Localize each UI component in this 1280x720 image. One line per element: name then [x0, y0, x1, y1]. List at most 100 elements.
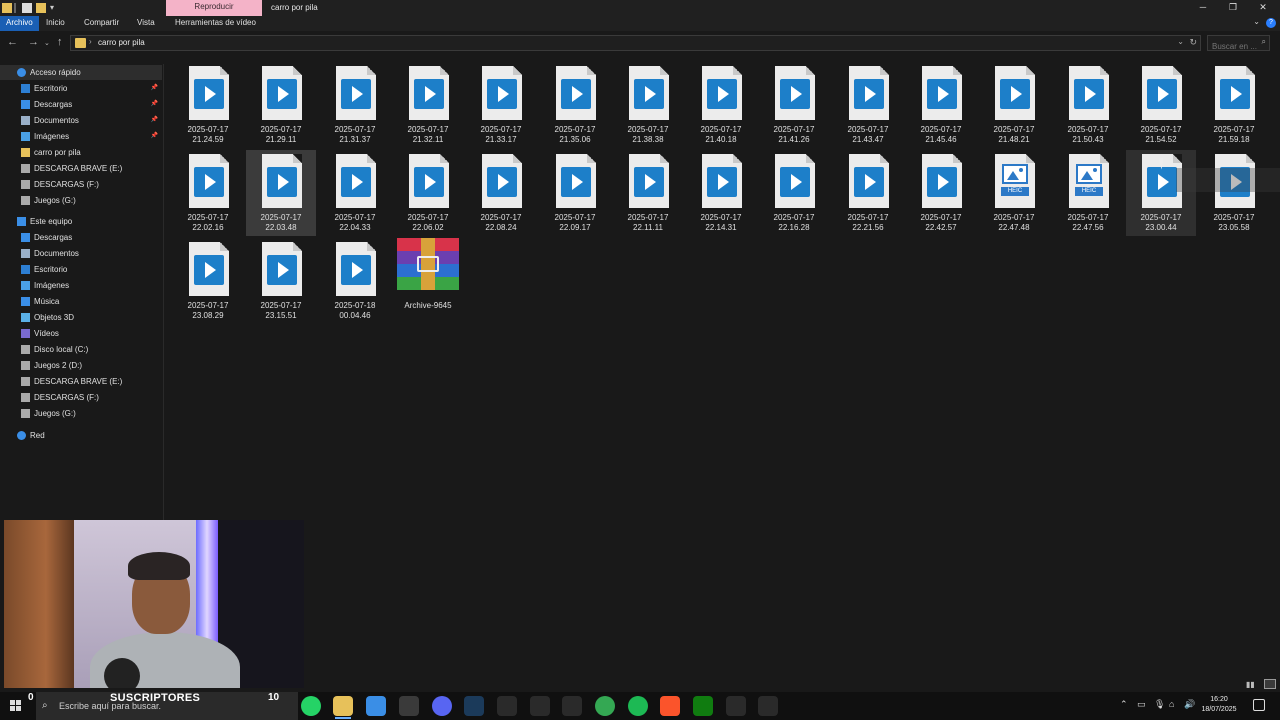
sidebar-item[interactable]: Red — [0, 428, 162, 443]
sidebar-item[interactable]: Escritorio 📌 — [0, 81, 162, 96]
quick-access-dropdown-icon[interactable]: ▾ — [50, 3, 56, 13]
sidebar-item[interactable]: DESCARGA BRAVE (E:) — [0, 374, 162, 389]
file-item[interactable]: 2025-07-17 21.54.52 — [1126, 62, 1196, 148]
file-item[interactable]: 2025-07-17 21.38.38 — [613, 62, 683, 148]
steam-icon[interactable] — [464, 696, 484, 716]
sidebar-item[interactable]: Imágenes — [0, 278, 162, 293]
file-item[interactable]: 2025-07-17 21.35.06 — [540, 62, 610, 148]
sidebar-item[interactable]: DESCARGAS (F:) — [0, 390, 162, 405]
epic-icon[interactable] — [497, 696, 517, 716]
sidebar-item[interactable]: Este equipo — [0, 214, 162, 229]
sidebar-item[interactable]: carro por pila — [0, 145, 162, 160]
sidebar-item[interactable]: Documentos 📌 — [0, 113, 162, 128]
camera-icon[interactable] — [530, 696, 550, 716]
tab-vista[interactable]: Vista — [131, 16, 161, 31]
notification-icon[interactable] — [1253, 699, 1265, 711]
file-item[interactable]: 2025-07-17 21.32.11 — [393, 62, 463, 148]
file-item[interactable]: 2025-07-17 23.08.29 — [173, 238, 243, 324]
file-item[interactable]: HEIC 2025-07-17 22.47.56 — [1053, 150, 1123, 236]
file-item[interactable]: 2025-07-17 22.42.57 — [906, 150, 976, 236]
file-item[interactable]: 2025-07-17 22.08.24 — [466, 150, 536, 236]
tab-herramientas-de-video[interactable]: Herramientas de vídeo — [169, 16, 262, 31]
file-item[interactable]: 2025-07-17 22.09.17 — [540, 150, 610, 236]
file-item[interactable]: 2025-07-17 23.15.51 — [246, 238, 316, 324]
xbox-icon[interactable] — [693, 696, 713, 716]
file-item[interactable]: 2025-07-17 22.21.56 — [833, 150, 903, 236]
new-folder-icon[interactable] — [36, 3, 46, 13]
microphone-icon[interactable]: 🎙 — [1154, 699, 1165, 710]
file-item[interactable]: 2025-07-17 22.03.48 — [246, 150, 316, 236]
sidebar-item[interactable]: Juegos (G:) — [0, 193, 162, 208]
discord-icon[interactable] — [432, 696, 452, 716]
sidebar-item[interactable]: Descargas — [0, 230, 162, 245]
brave-icon[interactable] — [660, 696, 680, 716]
file-item[interactable]: 2025-07-17 22.06.02 — [393, 150, 463, 236]
network-icon[interactable]: ⌂ — [1169, 699, 1174, 709]
minimize-button[interactable]: ─ — [1188, 0, 1218, 16]
address-bar[interactable]: › carro por pila ⌄ ↻ — [70, 35, 1201, 51]
sidebar-item[interactable]: DESCARGAS (F:) — [0, 177, 162, 192]
chrome-icon[interactable] — [595, 696, 615, 716]
file-item[interactable]: 2025-07-17 21.50.43 — [1053, 62, 1123, 148]
sidebar-item[interactable]: DESCARGA BRAVE (E:) — [0, 161, 162, 176]
ribbon-expand-icon[interactable]: ⌄ — [1253, 17, 1260, 26]
windows-start-icon[interactable] — [10, 700, 22, 712]
properties-icon[interactable] — [22, 3, 32, 13]
store-icon[interactable] — [366, 696, 386, 716]
file-explorer-icon[interactable] — [333, 696, 353, 719]
spotify-icon[interactable] — [628, 696, 648, 716]
capcut-icon[interactable] — [726, 696, 746, 716]
file-item[interactable]: 2025-07-17 21.41.26 — [759, 62, 829, 148]
sidebar-item[interactable]: Objetos 3D — [0, 310, 162, 325]
file-item[interactable]: 2025-07-17 21.45.46 — [906, 62, 976, 148]
obs-icon[interactable] — [399, 696, 419, 716]
tray-overflow-icon[interactable]: ⌃ — [1120, 699, 1128, 710]
maximize-button[interactable]: ❐ — [1218, 0, 1248, 16]
sidebar-item[interactable]: Escritorio — [0, 262, 162, 277]
sidebar-item[interactable]: Disco local (C:) — [0, 342, 162, 357]
clock[interactable]: 16:20 18/07/2025 — [1196, 695, 1242, 715]
file-item[interactable]: 2025-07-17 21.40.18 — [686, 62, 756, 148]
recent-dropdown-icon[interactable]: ⌄ — [44, 38, 50, 50]
file-item[interactable]: 2025-07-17 22.16.28 — [759, 150, 829, 236]
capture-icon[interactable] — [562, 696, 582, 716]
sidebar-item[interactable]: Juegos 2 (D:) — [0, 358, 162, 373]
sidebar-item[interactable]: Descargas 📌 — [0, 97, 162, 112]
sidebar-item[interactable]: Acceso rápido — [0, 65, 162, 80]
search-box[interactable]: ⌕ — [1207, 35, 1270, 54]
large-icons-view-icon[interactable] — [1264, 679, 1276, 689]
file-item[interactable]: 2025-07-17 21.29.11 — [246, 62, 316, 148]
help-icon[interactable]: ? — [1266, 18, 1276, 28]
file-item[interactable]: 2025-07-17 22.14.31 — [686, 150, 756, 236]
file-item[interactable]: HEIC 2025-07-17 22.47.48 — [979, 150, 1049, 236]
file-item[interactable]: 2025-07-17 23.05.58 — [1199, 150, 1269, 236]
up-icon[interactable]: ↑ — [57, 36, 63, 48]
file-item[interactable]: 2025-07-17 22.02.16 — [173, 150, 243, 236]
address-dropdown-icon[interactable]: ⌄ — [1177, 37, 1184, 46]
sidebar-item[interactable]: Juegos (G:) — [0, 406, 162, 421]
close-button[interactable]: ✕ — [1248, 0, 1278, 16]
context-tab-play[interactable]: Reproducir — [166, 0, 262, 16]
file-item[interactable]: 2025-07-17 21.31.37 — [320, 62, 390, 148]
refresh-icon[interactable]: ↻ — [1189, 37, 1197, 48]
file-item[interactable]: 2025-07-17 21.43.47 — [833, 62, 903, 148]
file-item[interactable]: Archive-9645 — [393, 238, 463, 324]
file-item[interactable]: 2025-07-18 00.04.46 — [320, 238, 390, 324]
sidebar-item[interactable]: Imágenes 📌 — [0, 129, 162, 144]
whatsapp-icon[interactable] — [301, 696, 321, 716]
details-view-icon[interactable]: ▮▮ — [1246, 680, 1255, 689]
file-item[interactable]: 2025-07-17 21.59.18 — [1199, 62, 1269, 148]
volume-icon[interactable]: 🔊 — [1184, 699, 1195, 710]
nvidia-icon[interactable] — [758, 696, 778, 716]
sidebar-item[interactable]: Música — [0, 294, 162, 309]
search-input[interactable] — [1208, 39, 1258, 54]
tab-compartir[interactable]: Compartir — [78, 16, 125, 31]
sidebar-item[interactable]: Documentos — [0, 246, 162, 261]
file-item[interactable]: 2025-07-17 22.11.11 — [613, 150, 683, 236]
file-item[interactable]: 2025-07-17 21.48.21 — [979, 62, 1049, 148]
file-item[interactable]: 2025-07-17 21.24.59 — [173, 62, 243, 148]
tray-app-icon[interactable]: ▭ — [1137, 699, 1146, 710]
file-item[interactable]: 2025-07-17 21.33.17 — [466, 62, 536, 148]
tab-inicio[interactable]: Inicio — [40, 16, 71, 31]
sidebar-item[interactable]: Vídeos — [0, 326, 162, 341]
